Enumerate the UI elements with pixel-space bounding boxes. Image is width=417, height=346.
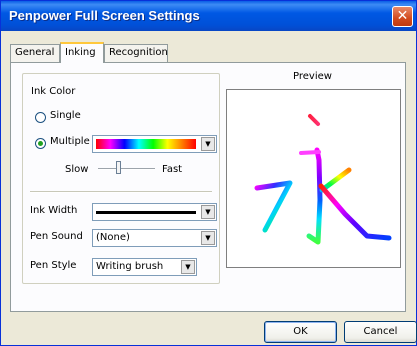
- multiple-color-radio[interactable]: [35, 138, 46, 149]
- pen-style-value: Writing brush: [96, 261, 164, 272]
- ink-width-sample: [96, 211, 196, 214]
- ink-preview-canvas: [226, 89, 401, 268]
- tab-general[interactable]: General: [10, 44, 60, 62]
- group-separator: [30, 191, 212, 193]
- pen-style-select[interactable]: Writing brush ▼: [92, 258, 197, 276]
- chevron-down-icon[interactable]: ▼: [201, 205, 215, 219]
- cancel-button[interactable]: Cancel: [344, 321, 417, 343]
- chevron-down-icon[interactable]: ▼: [201, 137, 215, 151]
- slow-label: Slow: [65, 164, 89, 175]
- color-speed-slider-thumb[interactable]: [115, 161, 121, 174]
- multiple-color-label[interactable]: Multiple: [50, 136, 90, 147]
- single-color-radio[interactable]: [35, 112, 46, 123]
- ink-preview-character: [254, 114, 392, 245]
- ok-button[interactable]: OK: [264, 321, 337, 343]
- close-icon[interactable]: ✕: [392, 6, 413, 27]
- tab-recognition[interactable]: Recognition: [104, 44, 168, 62]
- ink-width-label: Ink Width: [30, 205, 78, 216]
- chevron-down-icon[interactable]: ▼: [181, 260, 195, 274]
- fast-label: Fast: [162, 164, 183, 175]
- color-speed-slider[interactable]: [98, 168, 155, 170]
- title-bar[interactable]: Penpower Full Screen Settings ✕: [1, 1, 416, 31]
- preview-label: Preview: [293, 71, 332, 82]
- chevron-down-icon[interactable]: ▼: [201, 231, 215, 245]
- ink-width-select[interactable]: ▼: [92, 203, 217, 221]
- pen-sound-label: Pen Sound: [30, 231, 83, 242]
- pen-sound-value: (None): [96, 232, 130, 243]
- window-title: Penpower Full Screen Settings: [9, 8, 200, 23]
- color-palette-select[interactable]: ▼: [92, 135, 217, 153]
- ink-settings-group: [22, 73, 220, 284]
- single-color-label[interactable]: Single: [50, 110, 81, 121]
- pen-style-label: Pen Style: [30, 260, 77, 271]
- pen-sound-select[interactable]: (None) ▼: [92, 229, 217, 247]
- tab-inking[interactable]: Inking: [60, 42, 104, 63]
- ink-color-label: Ink Color: [31, 86, 76, 97]
- rainbow-swatch: [96, 139, 196, 149]
